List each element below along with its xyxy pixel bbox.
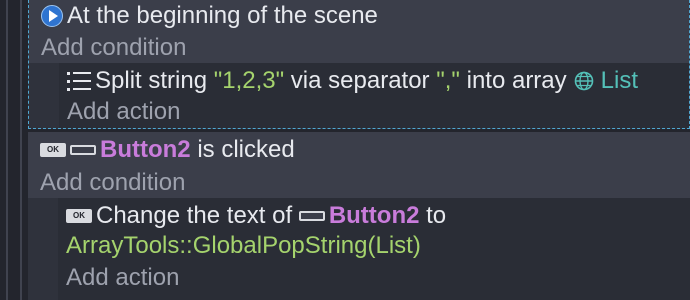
action-suffix: into array <box>459 67 567 94</box>
actions-area[interactable]: OK Change the text of Button2 to ArrayTo… <box>58 198 690 300</box>
add-condition-link[interactable]: Add condition <box>41 33 186 63</box>
action-split-string[interactable]: Split string "1,2,3" via separator "," i… <box>67 66 638 96</box>
action-to: to <box>419 202 447 229</box>
condition-text: is clicked <box>190 136 295 163</box>
add-action-link[interactable]: Add action <box>66 263 179 293</box>
separator-parameter[interactable]: "," <box>436 66 460 96</box>
button-object-icon <box>298 211 325 221</box>
gutter-line <box>20 0 22 300</box>
conditions-area[interactable]: OK Button2 is clicked Add condition <box>28 132 690 198</box>
actions-area[interactable]: Split string "1,2,3" via separator "," i… <box>59 63 689 128</box>
play-circle-icon <box>41 5 63 27</box>
object-name[interactable]: Button2 <box>100 135 191 165</box>
add-action-link[interactable]: Add action <box>67 97 180 127</box>
array-variable[interactable]: List <box>601 66 638 96</box>
event-scene-start[interactable]: At the beginning of the scene Add condit… <box>28 0 690 129</box>
condition-button-clicked[interactable]: OK Button2 is clicked <box>40 135 295 165</box>
globe-icon <box>573 70 595 92</box>
object-name[interactable]: Button2 <box>329 201 420 231</box>
action-prefix: Split string <box>95 67 214 94</box>
gutter-line <box>6 0 8 300</box>
ok-button-icon: OK <box>40 143 66 157</box>
action-middle: via separator <box>284 67 437 94</box>
events-sheet: At the beginning of the scene Add condit… <box>0 0 690 300</box>
button-object-icon <box>70 145 96 155</box>
add-condition-link[interactable]: Add condition <box>40 168 185 198</box>
event-button-clicked[interactable]: OK Button2 is clicked Add condition OK C… <box>28 132 690 300</box>
string-parameter[interactable]: "1,2,3" <box>214 66 284 96</box>
ok-button-icon: OK <box>66 209 92 223</box>
condition-scene-start[interactable]: At the beginning of the scene <box>41 1 378 31</box>
condition-text: At the beginning of the scene <box>67 2 378 29</box>
conditions-area[interactable]: At the beginning of the scene Add condit… <box>29 0 689 63</box>
list-icon <box>67 71 91 91</box>
action-prefix: Change the text of <box>96 202 299 229</box>
action-change-text[interactable]: OK Change the text of Button2 to <box>66 201 446 231</box>
expression-parameter[interactable]: ArrayTools::GlobalPopString(List) <box>66 231 421 261</box>
